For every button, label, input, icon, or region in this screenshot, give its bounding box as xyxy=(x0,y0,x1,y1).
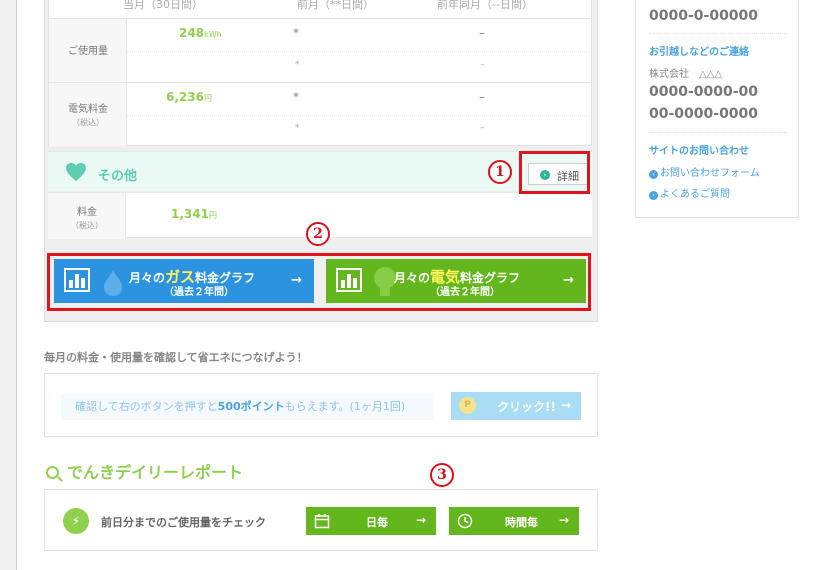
last-year-charge: – xyxy=(479,90,485,104)
daily-button[interactable]: 日毎 → xyxy=(306,507,436,535)
claim-points-label: クリック!! xyxy=(497,400,556,414)
previous-usage-sub: * xyxy=(295,60,300,70)
faq-link[interactable]: › よくあるご質問 xyxy=(649,185,730,200)
point-coin-icon: P xyxy=(459,397,476,414)
contact-sidebar: 0000-0-00000 お引越しなどのご連絡 株式会社 △△△ 0000-00… xyxy=(635,0,799,218)
heart-icon xyxy=(66,162,86,182)
phone-number-2: 00-0000-0000 xyxy=(649,106,759,122)
annotation-number-3: 3 xyxy=(430,463,454,487)
annotation-box-1 xyxy=(519,151,590,194)
site-inquiry-heading: サイトのお問い合わせ xyxy=(649,146,749,157)
daily-report-message: 前日分までのご使用量をチェック xyxy=(101,516,266,529)
calendar-icon xyxy=(314,514,330,529)
daily-report-title: でんきデイリーレポート xyxy=(46,459,243,483)
row-label-other-charge: 料金 （税込） xyxy=(71,207,103,230)
plug-icon: ⚡ xyxy=(63,508,89,534)
row-label-charge: 電気料金 （税込） xyxy=(68,104,108,127)
points-section-title: 毎月の料金・使用量を確認して省エネにつなげよう！ xyxy=(44,351,308,364)
usage-table: 当月（30日間） 前月（**日間） 前年同月（--日間） ご使用量 248kWh… xyxy=(48,0,592,146)
daily-button-label: 日毎 xyxy=(366,516,388,529)
last-year-charge-sub: – xyxy=(480,123,485,133)
chevron-right-icon: › xyxy=(649,191,658,200)
clock-icon xyxy=(457,513,473,529)
arrow-right-icon: → xyxy=(560,398,571,412)
row-label-usage: ご使用量 xyxy=(68,46,108,57)
header-last-year: 前年同月（--日間） xyxy=(437,0,533,11)
annotation-number-2: 2 xyxy=(306,222,330,246)
header-previous: 前月（**日間） xyxy=(297,0,374,11)
annotation-number-1: 1 xyxy=(488,160,512,184)
previous-charge-sub: * xyxy=(295,123,300,133)
claim-points-button[interactable]: P クリック!! → xyxy=(451,392,581,420)
current-usage-value: 248kWh xyxy=(179,26,222,40)
last-year-usage-sub: – xyxy=(480,60,485,70)
search-icon xyxy=(46,466,59,479)
annotation-box-2 xyxy=(47,253,591,311)
other-title: その他 xyxy=(98,169,138,184)
last-year-usage: – xyxy=(479,26,485,40)
current-charge-value: 6,236円 xyxy=(166,90,212,104)
arrow-right-icon: → xyxy=(415,513,426,527)
points-message: 確認して右のボタンを押すと500ポイントもらえます。(1ヶ月1回) xyxy=(61,394,433,420)
header-current: 当月（30日間） xyxy=(123,0,203,11)
chevron-right-icon: › xyxy=(649,170,658,179)
moving-contact-heading: お引越しなどのご連絡 xyxy=(649,47,749,58)
other-charge-value: 1,341円 xyxy=(171,207,217,221)
arrow-right-icon: → xyxy=(558,513,569,527)
company-name: 株式会社 △△△ xyxy=(649,69,723,80)
previous-charge: * xyxy=(293,90,299,104)
hourly-button[interactable]: 時間毎 → xyxy=(449,507,579,535)
phone-number-1: 0000-0000-00 xyxy=(649,84,759,100)
previous-usage: * xyxy=(293,26,299,40)
hourly-button-label: 時間毎 xyxy=(505,516,538,529)
inquiry-form-link[interactable]: › お問い合わせフォーム xyxy=(649,164,760,179)
points-panel: 確認して右のボタンを押すと500ポイントもらえます。(1ヶ月1回) P クリック… xyxy=(44,373,598,437)
contact-number-top: 0000-0-00000 xyxy=(649,8,759,24)
